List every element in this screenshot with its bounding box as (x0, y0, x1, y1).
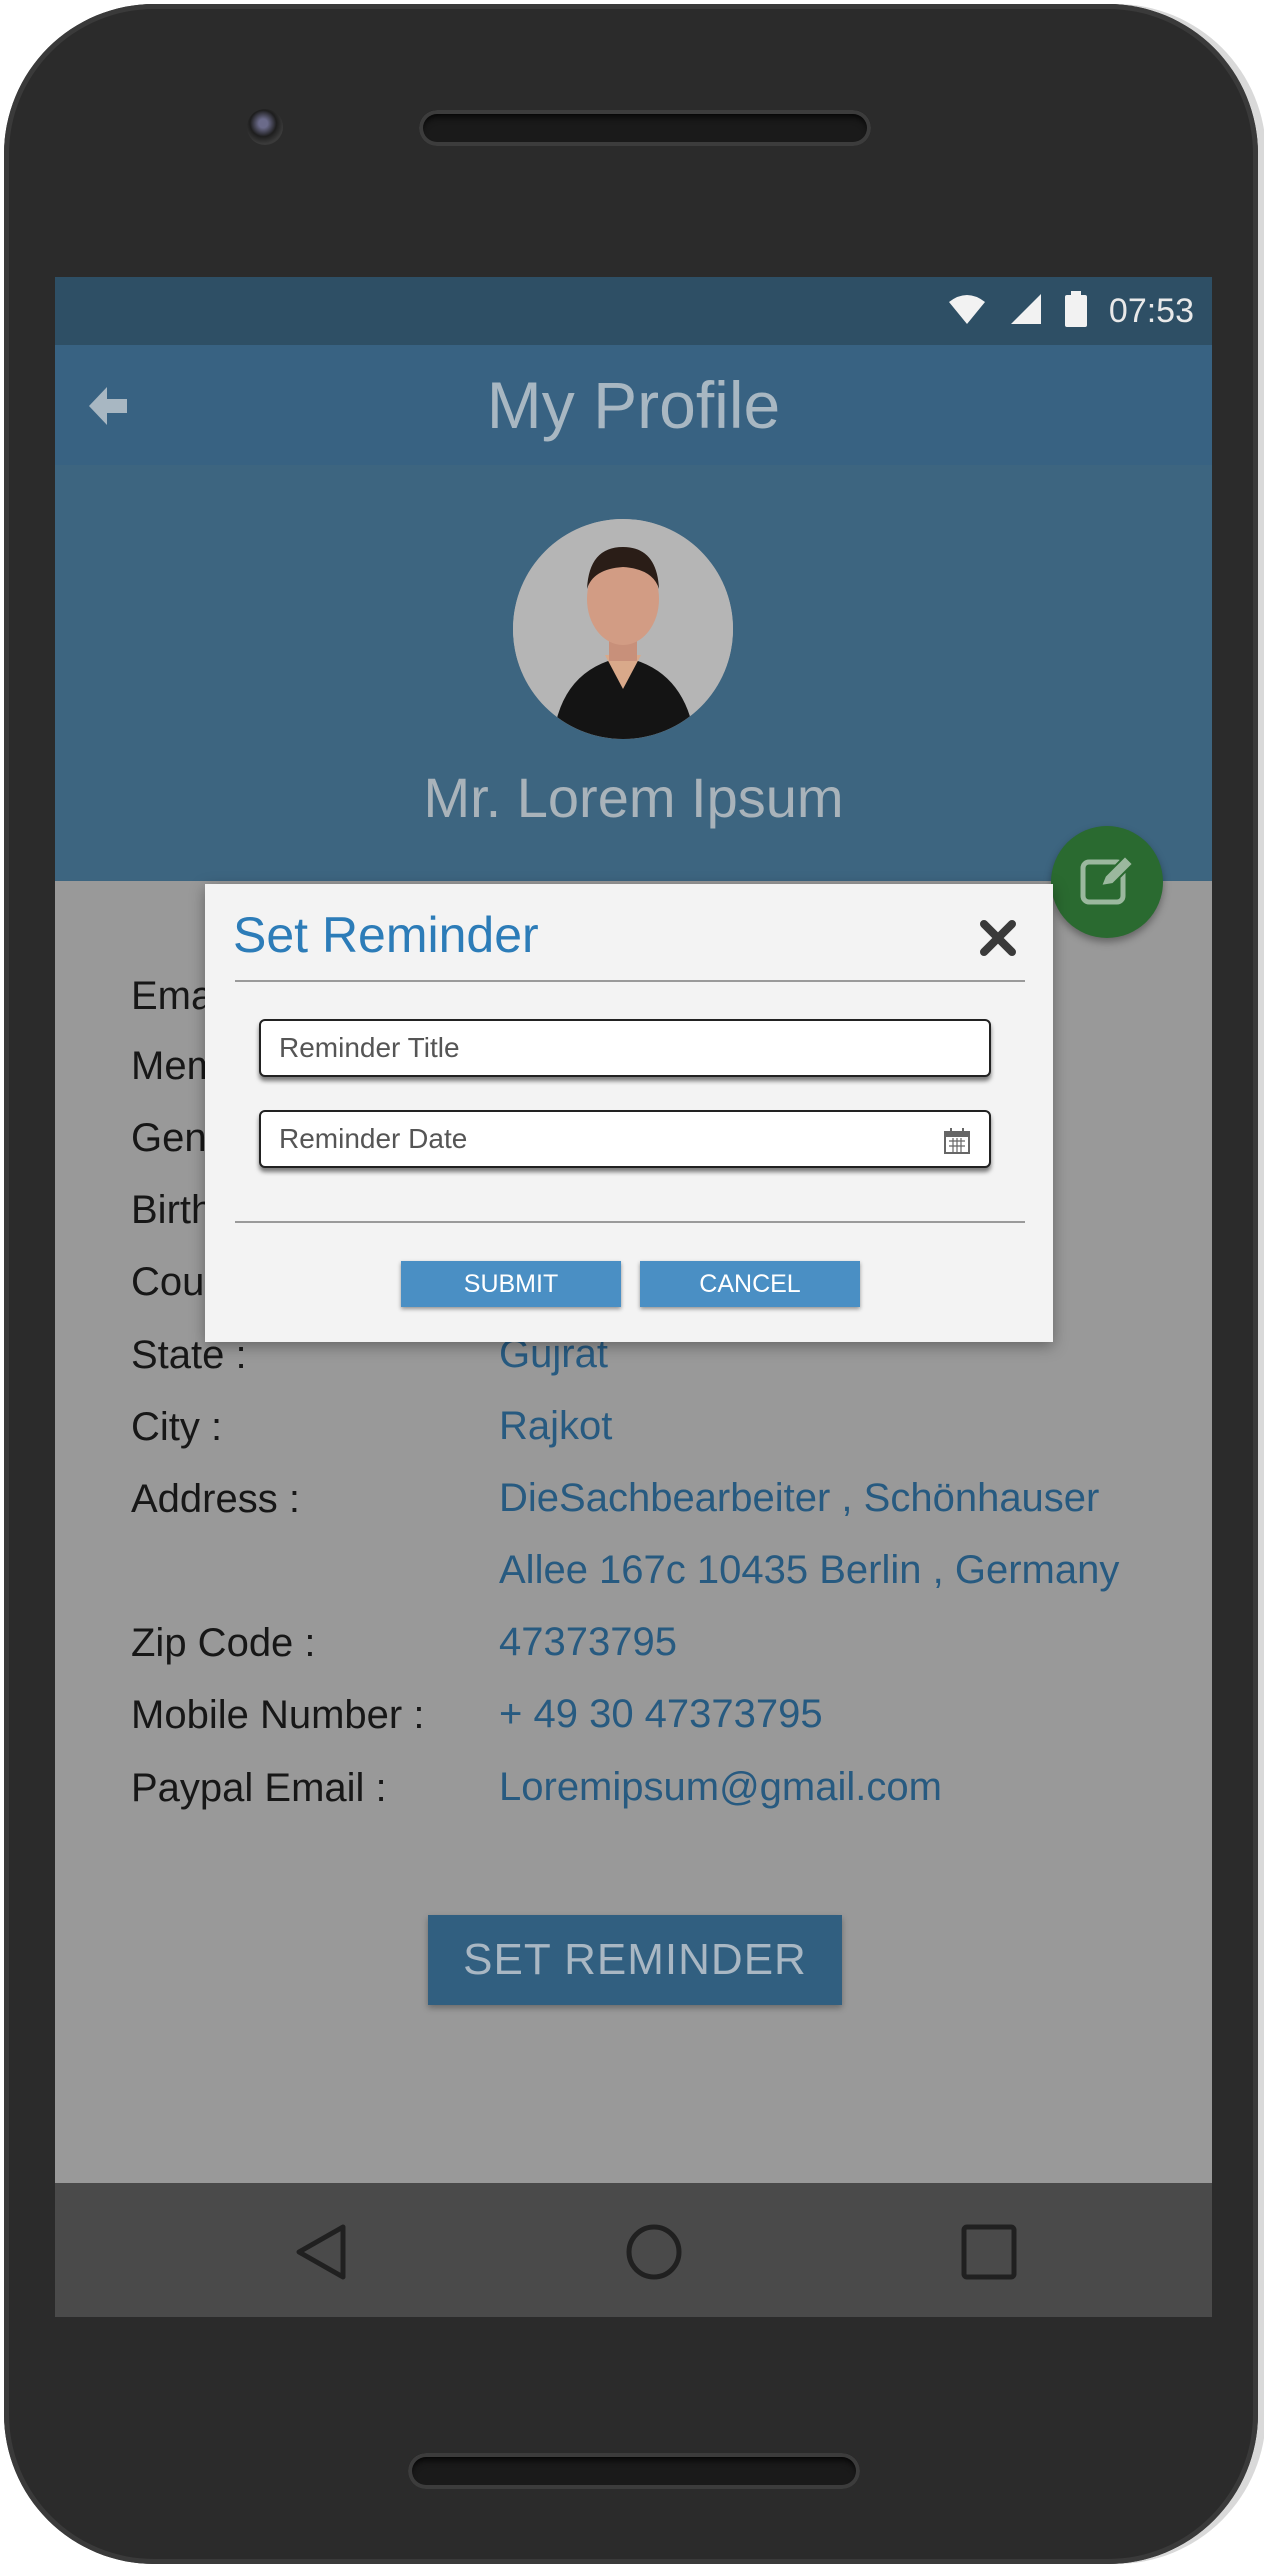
wifi-icon (947, 292, 987, 331)
dialog-divider (235, 1221, 1025, 1223)
reminder-date-placeholder: Reminder Date (279, 1123, 468, 1154)
detail-label: Mobile Number : (131, 1693, 425, 1737)
dialog-title: Set Reminder (233, 907, 539, 963)
reminder-date-input[interactable]: Reminder Date (259, 1110, 991, 1168)
detail-value-zip: 47373795 (499, 1620, 677, 1664)
bottom-speaker (408, 2453, 860, 2489)
cancel-button[interactable]: CANCEL (640, 1261, 860, 1307)
profile-name: Mr. Lorem Ipsum (423, 766, 844, 829)
detail-label: Address : (131, 1477, 300, 1521)
dialog-divider (235, 980, 1025, 982)
front-camera (247, 109, 283, 145)
nav-home-icon[interactable] (623, 2221, 685, 2283)
detail-label: Cou (131, 1260, 205, 1304)
calendar-icon[interactable] (943, 1127, 971, 1155)
detail-label: Birth (131, 1188, 214, 1232)
edit-icon (1077, 850, 1137, 915)
set-reminder-dialog: Set Reminder Reminder Title Reminder Dat… (205, 884, 1053, 1342)
battery-icon (1064, 290, 1087, 332)
detail-label: Ema (131, 974, 214, 1018)
detail-value-address: DieSachbearbeiter , Schönhauser Allee 16… (499, 1476, 1120, 1592)
set-reminder-button[interactable]: SET REMINDER (428, 1915, 842, 2005)
nav-back-icon[interactable] (291, 2221, 353, 2283)
detail-value-city: Rajkot (499, 1404, 613, 1448)
page-title: My Profile (486, 368, 781, 442)
reminder-title-input[interactable]: Reminder Title (259, 1019, 991, 1077)
profile-header: Mr. Lorem Ipsum (55, 465, 1212, 881)
detail-label: Gen (131, 1116, 207, 1160)
detail-value-mobile: + 49 30 47373795 (499, 1692, 823, 1736)
phone-frame: 07:53 My Profile Mr. Lorem Ipsum Ema Mem… (4, 4, 1258, 2564)
status-bar: 07:53 (55, 277, 1212, 345)
nav-recents-icon[interactable] (958, 2221, 1020, 2283)
earpiece-speaker (419, 110, 871, 146)
edit-profile-button[interactable] (1051, 826, 1163, 938)
detail-label: Zip Code : (131, 1621, 316, 1665)
status-time: 07:53 (1108, 291, 1194, 330)
close-icon[interactable] (978, 918, 1018, 958)
detail-label: City : (131, 1405, 223, 1449)
reminder-title-placeholder: Reminder Title (279, 1032, 460, 1063)
signal-icon (1009, 292, 1043, 331)
submit-button[interactable]: SUBMIT (401, 1261, 621, 1307)
detail-label: Paypal Email : (131, 1766, 387, 1810)
system-nav-bar (55, 2183, 1212, 2317)
app-bar: My Profile (55, 345, 1212, 465)
avatar (513, 519, 733, 739)
detail-value-paypal: Loremipsum@gmail.com (499, 1765, 942, 1809)
